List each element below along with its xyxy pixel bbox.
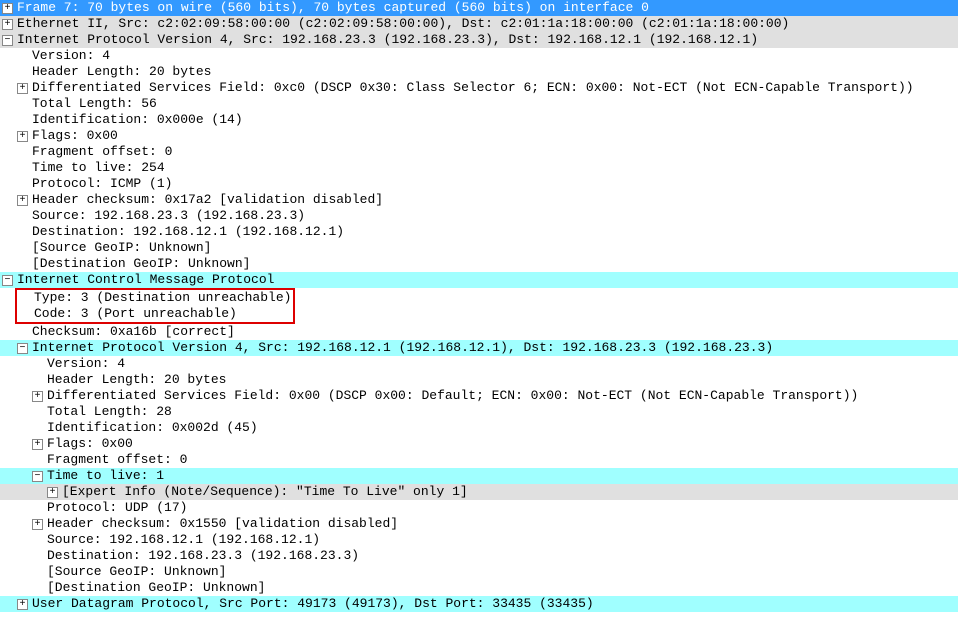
icmp-code[interactable]: Code: 3 (Port unreachable): [19, 306, 291, 322]
expand-icon[interactable]: +: [17, 131, 28, 142]
expand-icon[interactable]: +: [17, 83, 28, 94]
expand-icon[interactable]: +: [17, 195, 28, 206]
udp-title: User Datagram Protocol, Src Port: 49173 …: [32, 596, 594, 612]
ipv4-identification[interactable]: Identification: 0x000e (14): [0, 112, 958, 128]
inner-ipv4-protocol[interactable]: Protocol: UDP (17): [0, 500, 958, 516]
ipv4-total-length[interactable]: Total Length: 56: [0, 96, 958, 112]
collapse-icon[interactable]: −: [17, 343, 28, 354]
ipv4-protocol[interactable]: Protocol: ICMP (1): [0, 176, 958, 192]
icmp-title: Internet Control Message Protocol: [17, 272, 274, 288]
inner-ipv4-source-geoip[interactable]: [Source GeoIP: Unknown]: [0, 564, 958, 580]
ipv4-destination-geoip[interactable]: [Destination GeoIP: Unknown]: [0, 256, 958, 272]
inner-ipv4-identification[interactable]: Identification: 0x002d (45): [0, 420, 958, 436]
collapse-icon[interactable]: −: [2, 275, 13, 286]
inner-ipv4-fragment-offset[interactable]: Fragment offset: 0: [0, 452, 958, 468]
expand-icon[interactable]: +: [32, 439, 43, 450]
expand-icon[interactable]: +: [32, 391, 43, 402]
inner-ipv4-ttl[interactable]: −Time to live: 1: [0, 468, 958, 484]
ethernet-title: Ethernet II, Src: c2:02:09:58:00:00 (c2:…: [17, 16, 789, 32]
collapse-icon[interactable]: −: [2, 35, 13, 46]
ipv4-fragment-offset[interactable]: Fragment offset: 0: [0, 144, 958, 160]
expand-icon[interactable]: +: [2, 3, 13, 14]
ipv4-source-geoip[interactable]: [Source GeoIP: Unknown]: [0, 240, 958, 256]
expand-icon[interactable]: +: [47, 487, 58, 498]
inner-ipv4-header-checksum[interactable]: +Header checksum: 0x1550 [validation dis…: [0, 516, 958, 532]
ipv4-header-length[interactable]: Header Length: 20 bytes: [0, 64, 958, 80]
ipv4-version[interactable]: Version: 4: [0, 48, 958, 64]
inner-ipv4-destination[interactable]: Destination: 192.168.23.3 (192.168.23.3): [0, 548, 958, 564]
expand-icon[interactable]: +: [17, 599, 28, 610]
inner-ipv4-flags[interactable]: +Flags: 0x00: [0, 436, 958, 452]
ipv4-flags[interactable]: +Flags: 0x00: [0, 128, 958, 144]
ipv4-dsf[interactable]: +Differentiated Services Field: 0xc0 (DS…: [0, 80, 958, 96]
inner-ipv4-ttl-expert[interactable]: +[Expert Info (Note/Sequence): "Time To …: [0, 484, 958, 500]
inner-ipv4-dsf[interactable]: +Differentiated Services Field: 0x00 (DS…: [0, 388, 958, 404]
collapse-icon[interactable]: −: [32, 471, 43, 482]
inner-ipv4-header[interactable]: − Internet Protocol Version 4, Src: 192.…: [0, 340, 958, 356]
inner-ipv4-version[interactable]: Version: 4: [0, 356, 958, 372]
ipv4-header-checksum[interactable]: +Header checksum: 0x17a2 [validation dis…: [0, 192, 958, 208]
frame-title: Frame 7: 70 bytes on wire (560 bits), 70…: [17, 0, 649, 16]
udp-header[interactable]: + User Datagram Protocol, Src Port: 4917…: [0, 596, 958, 612]
ipv4-destination[interactable]: Destination: 192.168.12.1 (192.168.12.1): [0, 224, 958, 240]
inner-ipv4-source[interactable]: Source: 192.168.12.1 (192.168.12.1): [0, 532, 958, 548]
ethernet-header[interactable]: + Ethernet II, Src: c2:02:09:58:00:00 (c…: [0, 16, 958, 32]
ipv4-header[interactable]: − Internet Protocol Version 4, Src: 192.…: [0, 32, 958, 48]
inner-ipv4-total-length[interactable]: Total Length: 28: [0, 404, 958, 420]
icmp-header[interactable]: − Internet Control Message Protocol: [0, 272, 958, 288]
expand-icon[interactable]: +: [32, 519, 43, 530]
inner-ipv4-title: Internet Protocol Version 4, Src: 192.16…: [32, 340, 773, 356]
ipv4-title: Internet Protocol Version 4, Src: 192.16…: [17, 32, 758, 48]
ipv4-ttl[interactable]: Time to live: 254: [0, 160, 958, 176]
icmp-checksum[interactable]: Checksum: 0xa16b [correct]: [0, 324, 958, 340]
ipv4-source[interactable]: Source: 192.168.23.3 (192.168.23.3): [0, 208, 958, 224]
inner-ipv4-header-length[interactable]: Header Length: 20 bytes: [0, 372, 958, 388]
icmp-type[interactable]: Type: 3 (Destination unreachable): [19, 290, 291, 306]
expand-icon[interactable]: +: [2, 19, 13, 30]
inner-ipv4-destination-geoip[interactable]: [Destination GeoIP: Unknown]: [0, 580, 958, 596]
highlight-box: Type: 3 (Destination unreachable) Code: …: [15, 288, 295, 324]
frame-header[interactable]: + Frame 7: 70 bytes on wire (560 bits), …: [0, 0, 958, 16]
